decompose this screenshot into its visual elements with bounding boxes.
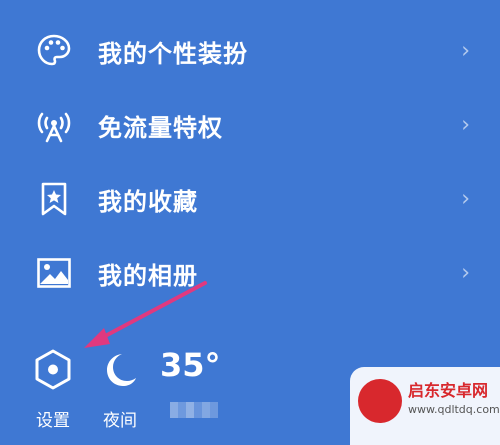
chevron-right-icon: ›: [461, 260, 470, 286]
palette-icon: [34, 31, 74, 71]
chevron-right-icon: ›: [461, 186, 470, 212]
watermark-logo-icon: [358, 379, 402, 423]
watermark-url: www.qdltdq.com: [408, 403, 500, 416]
menu-list: 我的个性装扮 › 免流量特权 › 我的收藏 › 我的相册 ›: [0, 14, 500, 310]
watermark-title: 启东安卓网: [408, 381, 489, 400]
menu-item-label: 我的收藏: [98, 187, 198, 216]
menu-item-label: 我的个性装扮: [98, 39, 248, 68]
menu-item-favorites[interactable]: 我的收藏 ›: [0, 162, 500, 236]
chevron-right-icon: ›: [461, 38, 470, 64]
menu-item-album[interactable]: 我的相册 ›: [0, 236, 500, 310]
temperature-readout: 35°: [160, 346, 221, 384]
menu-item-personal-dressup[interactable]: 我的个性装扮 ›: [0, 14, 500, 88]
settings-label: 设置: [36, 411, 70, 431]
broadcast-tower-icon: [34, 105, 74, 145]
settings-button[interactable]: 设置: [28, 348, 78, 431]
moon-icon: [100, 354, 140, 396]
blurred-location-text: [170, 402, 218, 418]
site-watermark: 启东安卓网 www.qdltdq.com: [350, 367, 500, 445]
menu-item-label: 免流量特权: [98, 113, 223, 142]
hexagon-settings-icon: [33, 349, 73, 396]
photo-album-icon: [34, 253, 74, 293]
bookmark-star-icon: [34, 179, 74, 219]
menu-item-free-data[interactable]: 免流量特权 ›: [0, 88, 500, 162]
night-mode-label: 夜间: [103, 411, 137, 431]
chevron-right-icon: ›: [461, 112, 470, 138]
menu-item-label: 我的相册: [98, 261, 198, 290]
night-mode-button[interactable]: 夜间: [96, 348, 144, 431]
